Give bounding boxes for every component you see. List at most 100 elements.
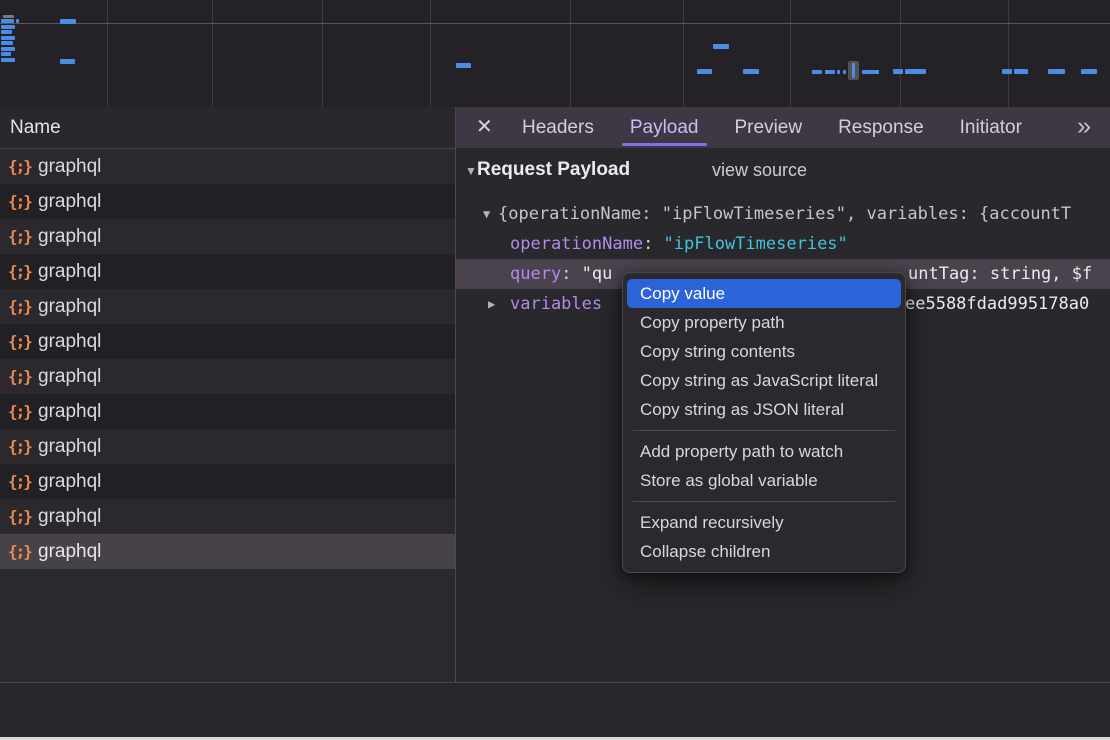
pending-request-bar	[3, 15, 14, 18]
tree-row[interactable]: operationName: "ipFlowTimeseries"	[456, 229, 1110, 259]
request-row[interactable]: {;} graphql	[0, 289, 455, 324]
more-tabs-icon[interactable]: »	[1077, 107, 1092, 148]
property-value: :	[643, 234, 663, 254]
property-key: query	[510, 264, 561, 284]
tree-row[interactable]: ▼ {operationName: "ipFlowTimeseries", var…	[456, 199, 1110, 229]
request-list-panel: Name {;}graphql{;}graphql{;}graphql{;}gr…	[0, 107, 455, 682]
expand-triangle-icon[interactable]: ▼	[483, 199, 490, 229]
menu-separator	[633, 430, 895, 431]
request-timing-bar	[825, 70, 835, 74]
json-file-icon: {;}	[8, 359, 31, 394]
tree-row-text: {operationName: "ipFlowTimeseries", vari…	[498, 199, 1071, 229]
request-timing-bar	[1, 25, 15, 29]
request-timing-bar	[697, 69, 712, 74]
detail-tabs: Headers Payload Preview Response Initiator	[522, 107, 1022, 148]
menu-separator	[633, 501, 895, 502]
timeline-gridline	[1008, 0, 1009, 107]
property-value: {operationName: "ipFlowTimeseries", vari…	[498, 204, 1071, 224]
network-overview-timeline[interactable]	[0, 0, 1110, 107]
menu-item-copy-property-path[interactable]: Copy property path	[623, 308, 905, 337]
request-row[interactable]: {;} graphql	[0, 219, 455, 254]
request-list: {;} graphql {;} graphql {;} graphql {;} graphql…	[0, 149, 455, 569]
timeline-gridline	[107, 0, 108, 107]
request-timing-bar	[1002, 69, 1012, 74]
request-timing-bar	[1, 52, 11, 56]
json-file-icon: {;}	[8, 429, 31, 464]
request-name: graphql	[38, 534, 101, 569]
menu-item-expand-recursively[interactable]: Expand recursively	[623, 508, 905, 537]
timeline-gridline	[683, 0, 684, 107]
tab-preview[interactable]: Preview	[735, 107, 803, 148]
expand-triangle-icon[interactable]: ▶	[488, 289, 495, 319]
timeline-gridline	[570, 0, 571, 107]
request-row[interactable]: {;}graphql	[0, 324, 455, 359]
timeline-rule	[0, 23, 1110, 24]
timeline-gridline	[430, 0, 431, 107]
menu-item-copy-string-contents[interactable]: Copy string contents	[623, 337, 905, 366]
request-row[interactable]: {;}graphql	[0, 464, 455, 499]
request-timing-bar	[60, 19, 76, 24]
request-row[interactable]: {;}graphql	[0, 359, 455, 394]
property-key: variables	[510, 294, 602, 314]
json-file-icon: {;}	[8, 219, 31, 254]
request-name: graphql	[38, 149, 101, 184]
request-row[interactable]: {;}graphql	[0, 499, 455, 534]
request-name: graphql	[38, 289, 101, 324]
request-row[interactable]: {;} graphql	[0, 149, 455, 184]
menu-item-copy-string-as-javascript-literal[interactable]: Copy string as JavaScript literal	[623, 366, 905, 395]
selected-request-marker	[848, 61, 859, 80]
request-timing-bar	[60, 59, 75, 64]
json-file-icon: {;}	[8, 149, 31, 184]
property-value: :	[561, 264, 581, 284]
request-timing-bar	[713, 44, 729, 49]
request-timing-bar	[893, 69, 903, 74]
menu-item-copy-value[interactable]: Copy value	[627, 279, 901, 308]
json-file-icon: {;}	[8, 184, 31, 219]
timeline-gridline	[212, 0, 213, 107]
request-timing-bar	[1, 36, 15, 40]
request-row[interactable]: {;}graphql	[0, 254, 455, 289]
tab-payload[interactable]: Payload	[630, 107, 699, 148]
property-value-tail: untTag: string, $f	[908, 259, 1092, 289]
timeline-gridline	[790, 0, 791, 107]
property-value: "ipFlowTimeseries"	[664, 234, 848, 254]
request-timing-bar	[1, 41, 13, 45]
request-timing-bar	[843, 70, 846, 74]
request-timing-bar	[862, 70, 879, 74]
request-name: graphql	[38, 499, 101, 534]
request-timing-bar	[1, 58, 15, 62]
request-name: graphql	[38, 464, 101, 499]
request-name: graphql	[38, 184, 101, 219]
request-timing-bar	[1, 19, 14, 23]
json-file-icon: {;}	[8, 289, 31, 324]
close-icon[interactable]: ✕	[476, 107, 493, 148]
json-file-icon: {;}	[8, 394, 31, 429]
request-name: graphql	[38, 394, 101, 429]
request-row[interactable]: {;} graphql	[0, 184, 455, 219]
property-key: operationName	[510, 234, 643, 254]
tab-headers[interactable]: Headers	[522, 107, 594, 148]
name-column-header[interactable]: Name	[0, 107, 455, 149]
menu-item-collapse-children[interactable]: Collapse children	[623, 537, 905, 566]
menu-item-store-as-global-variable[interactable]: Store as global variable	[623, 466, 905, 495]
request-payload-section-header[interactable]: ▼ Request Payload view source	[456, 159, 1110, 191]
tab-response[interactable]: Response	[838, 107, 924, 148]
request-timing-bar	[1, 30, 12, 34]
view-source-link[interactable]: view source	[712, 160, 807, 181]
request-timing-bar	[1, 47, 15, 51]
timeline-gridline	[900, 0, 901, 107]
request-row[interactable]: {;} graphql	[0, 394, 455, 429]
request-row[interactable]: {;}graphql	[0, 429, 455, 464]
request-name: graphql	[38, 219, 101, 254]
tree-row-text: query: "qu	[510, 259, 612, 289]
menu-item-copy-string-as-json-literal[interactable]: Copy string as JSON literal	[623, 395, 905, 424]
menu-item-add-property-path-to-watch[interactable]: Add property path to watch	[623, 437, 905, 466]
json-file-icon: {;}	[8, 254, 31, 289]
section-collapse-icon[interactable]: ▼	[465, 164, 477, 178]
status-footer	[0, 683, 1110, 737]
json-file-icon: {;}	[8, 534, 31, 569]
tab-initiator[interactable]: Initiator	[960, 107, 1022, 148]
tree-row-text: variables	[510, 289, 602, 319]
property-value-tail: ee5588fdad995178a0	[905, 289, 1089, 319]
request-row[interactable]: {;} graphql	[0, 534, 455, 569]
